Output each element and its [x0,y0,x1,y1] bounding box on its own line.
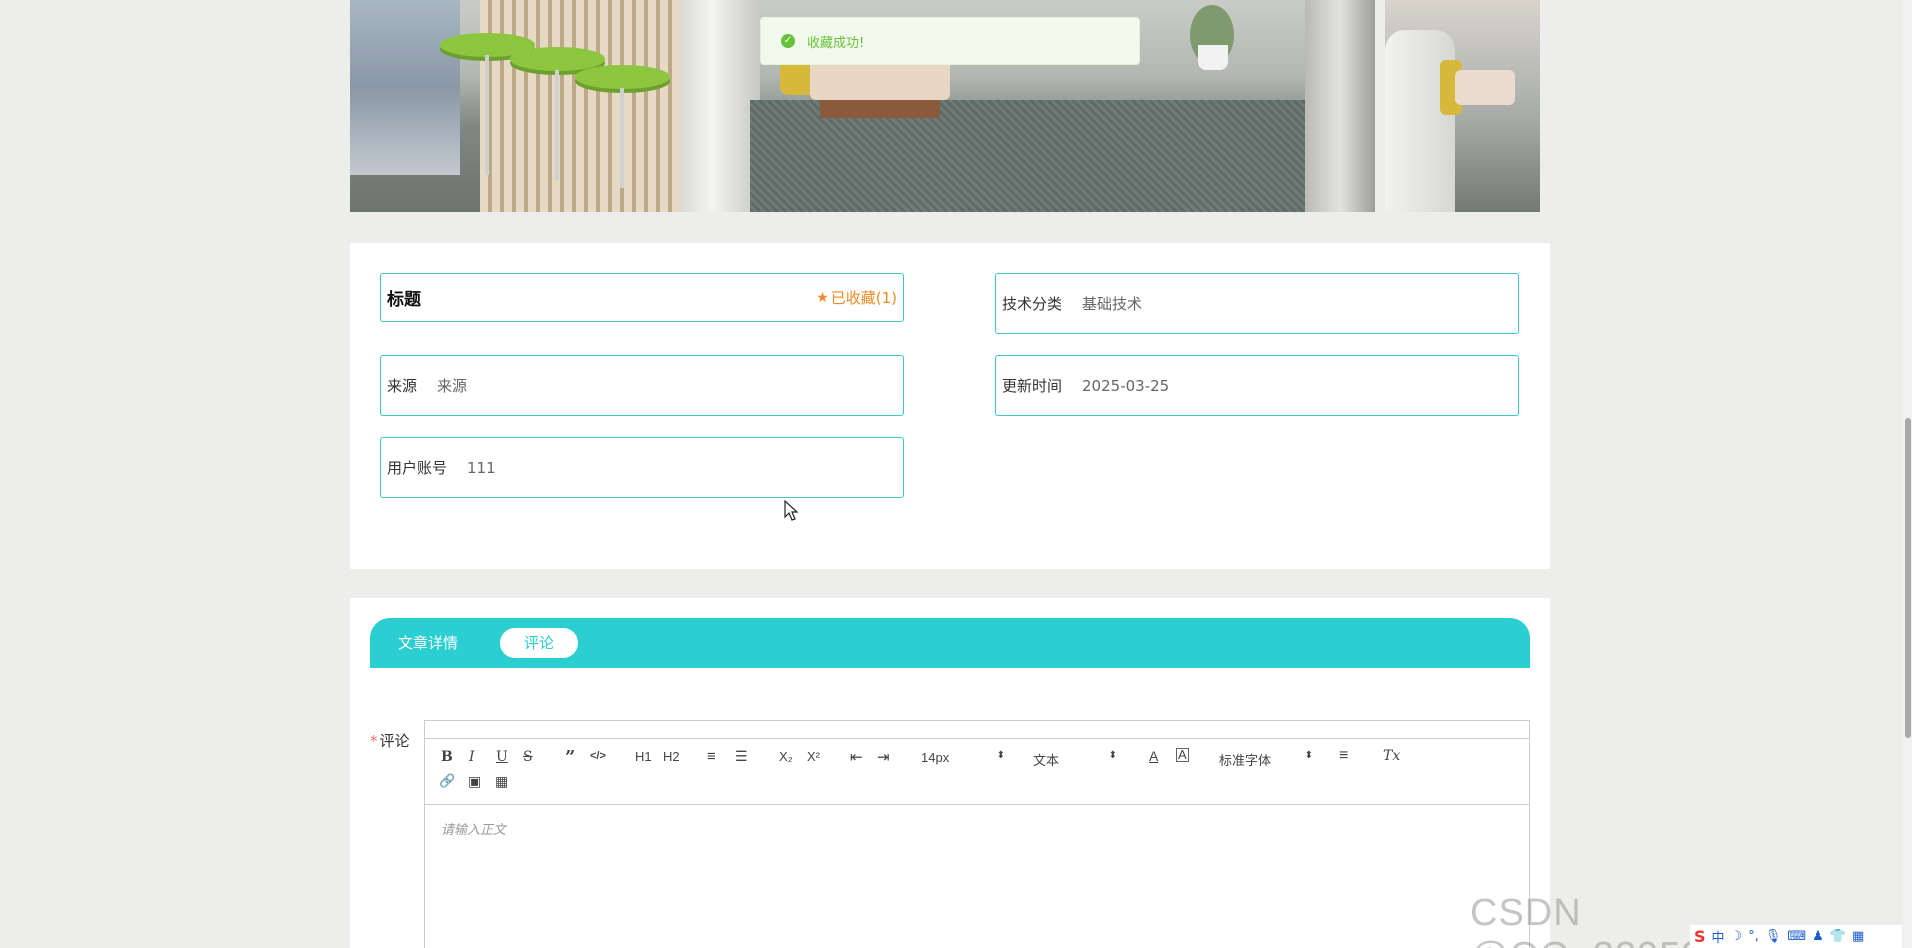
updated-time-value: 2025-03-25 [1082,376,1170,395]
indent-button[interactable]: ⇥ [877,748,890,766]
font-size-select[interactable]: 14px ⬍ [921,750,1005,766]
font-size-value: 14px [921,750,950,765]
superscript-button[interactable]: X² [807,749,820,764]
title-label: 标题 [387,290,421,310]
required-mark: * [370,732,378,750]
tab-comments[interactable]: 评论 [500,628,579,658]
outdent-button[interactable]: ⇤ [850,748,863,766]
underline-button[interactable]: U [496,749,508,765]
user-account-label: 用户账号 [387,459,448,477]
source-label: 来源 [387,377,418,395]
clear-format-button[interactable]: Tx [1383,748,1400,764]
microphone-icon[interactable]: 🎙 [1765,929,1782,944]
updated-time-field: 更新时间 2025-03-25 [995,355,1519,416]
page-scrollbar-thumb[interactable] [1905,418,1911,738]
editor-toolbar: B I U S ” </> H1 H2 ≡ ☰ X₂ X² ⇤ ⇥ 14px ⬍ [425,739,1529,805]
editor-top-divider [425,721,1529,739]
select-arrow-icon: ⬍ [1304,750,1313,761]
sogou-logo-icon: S [1694,927,1706,946]
user-account-field: 用户账号 111 [380,437,904,498]
user-account-value: 111 [467,458,496,477]
carousel-next-slide-image[interactable] [1385,0,1540,212]
source-value: 来源 [437,377,468,395]
header1-button[interactable]: H1 [635,749,652,764]
check-circle-icon: ✓ [781,34,795,48]
header2-button[interactable]: H2 [663,749,680,764]
page: ✓ 收藏成功! 标题 ★ 已收藏(1) 技术分类 基础技术 来源 来源 更新时间… [0,0,1912,948]
rich-text-editor: B I U S ” </> H1 H2 ≡ ☰ X₂ X² ⇤ ⇥ 14px ⬍ [424,720,1530,948]
favorite-button[interactable]: ★ 已收藏(1) [816,274,897,321]
font-family-select[interactable]: 标准字体 ⬍ [1219,750,1313,768]
ordered-list-button[interactable]: ≡ [707,748,716,765]
link-button[interactable]: 🔗 [439,773,455,789]
favorite-count-text: 已收藏(1) [830,289,897,307]
font-family-value: 标准字体 [1219,753,1272,768]
comment-label: * 评论 [370,730,410,751]
editor-content-area[interactable]: 请输入正文 [441,819,506,838]
mouse-cursor-icon [784,500,799,521]
comment-label-text: 评论 [379,732,410,750]
success-toast: ✓ 收藏成功! [760,17,1140,65]
source-field: 来源 来源 [380,355,904,416]
half-width-icon[interactable]: ☽ [1731,929,1743,944]
strikethrough-button[interactable]: S [523,749,533,765]
category-label: 技术分类 [1002,295,1063,313]
tab-article-details[interactable]: 文章详情 [374,628,482,658]
user-icon[interactable]: ♟ [1812,929,1824,944]
code-block-button[interactable]: </> [590,750,606,762]
blockquote-button[interactable]: ” [565,747,575,768]
header-value: 文本 [1033,753,1060,768]
updated-time-label: 更新时间 [1002,377,1063,395]
select-arrow-icon: ⬍ [1108,750,1117,761]
title-field: 标题 ★ 已收藏(1) [380,273,904,322]
star-icon: ★ [816,289,829,306]
image-button[interactable]: ▣ [468,773,481,790]
toolbox-icon[interactable]: ▦ [1852,929,1864,944]
subscript-button[interactable]: X₂ [779,749,793,764]
category-value: 基础技术 [1082,295,1143,313]
bullet-list-button[interactable]: ☰ [735,748,748,765]
ime-mode-indicator[interactable]: 中 [1712,927,1725,946]
bold-button[interactable]: B [441,749,453,765]
category-field: 技术分类 基础技术 [995,273,1519,334]
select-arrow-icon: ⬍ [996,750,1005,761]
align-button[interactable]: ≡ [1339,747,1348,765]
punctuation-icon[interactable]: °, [1748,929,1759,944]
video-button[interactable]: ▦ [495,773,508,790]
comment-section: 文章详情 评论 * 评论 B I U S ” </> H1 H2 ≡ ☰ X₂ X… [350,598,1550,948]
background-color-button[interactable]: A [1176,748,1189,762]
italic-button[interactable]: I [469,749,475,765]
tab-bar: 文章详情 评论 [370,618,1530,668]
skin-icon[interactable]: 👕 [1830,929,1846,944]
article-info-card: 标题 ★ 已收藏(1) 技术分类 基础技术 来源 来源 更新时间 2025-03… [350,243,1550,569]
keyboard-icon[interactable]: ⌨ [1787,929,1806,944]
font-color-button[interactable]: A [1149,748,1158,764]
header-select[interactable]: 文本 ⬍ [1033,750,1117,768]
toast-message: 收藏成功! [807,35,865,51]
ime-toolbar[interactable]: S 中 ☽ °, 🎙 ⌨ ♟ 👕 ▦ [1690,925,1902,948]
